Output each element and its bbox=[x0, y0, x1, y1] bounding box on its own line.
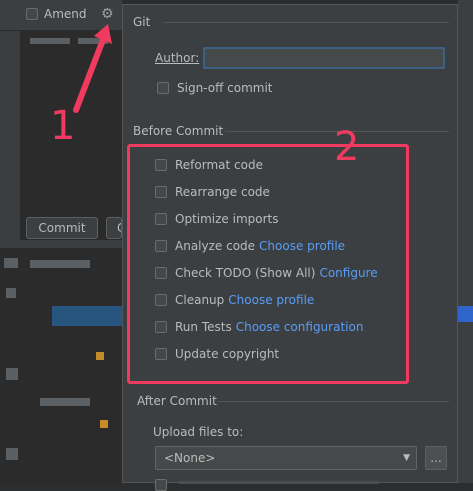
author-label: Author: bbox=[155, 51, 200, 65]
upload-label: Upload files to: bbox=[153, 425, 244, 439]
upload-label-row: Upload files to: bbox=[153, 425, 243, 439]
selected-line bbox=[458, 306, 473, 322]
commit-button[interactable]: Commit bbox=[26, 217, 98, 239]
right-strip bbox=[458, 0, 473, 483]
separator bbox=[217, 401, 449, 402]
upload-target-select[interactable]: <None> ▼ bbox=[155, 446, 417, 470]
upload-select-value: <None> bbox=[164, 451, 216, 465]
separator bbox=[163, 22, 449, 23]
signoff-option[interactable]: Sign-off commit bbox=[157, 81, 273, 95]
browse-label: ... bbox=[430, 451, 442, 465]
annotation-arrow bbox=[73, 24, 112, 113]
commit-button-label: Commit bbox=[38, 221, 86, 235]
signoff-label: Sign-off commit bbox=[177, 81, 273, 95]
browse-button[interactable]: ... bbox=[425, 446, 447, 470]
signoff-checkbox[interactable] bbox=[157, 82, 169, 94]
amend-checkbox[interactable] bbox=[26, 8, 38, 20]
before-commit-section-title: Before Commit bbox=[133, 124, 224, 138]
changes-list[interactable] bbox=[0, 248, 122, 483]
annotation-number-2: 2 bbox=[334, 124, 360, 170]
after-commit-section-title: After Commit bbox=[137, 394, 217, 408]
commit-and-push-button[interactable]: C bbox=[106, 217, 122, 239]
partial-checkbox[interactable] bbox=[155, 479, 167, 491]
git-section-title: Git bbox=[133, 15, 151, 29]
highlight-box bbox=[127, 144, 409, 384]
author-label-row: Author: bbox=[155, 51, 199, 65]
chevron-down-icon: ▼ bbox=[403, 453, 410, 463]
author-field[interactable] bbox=[203, 47, 445, 69]
